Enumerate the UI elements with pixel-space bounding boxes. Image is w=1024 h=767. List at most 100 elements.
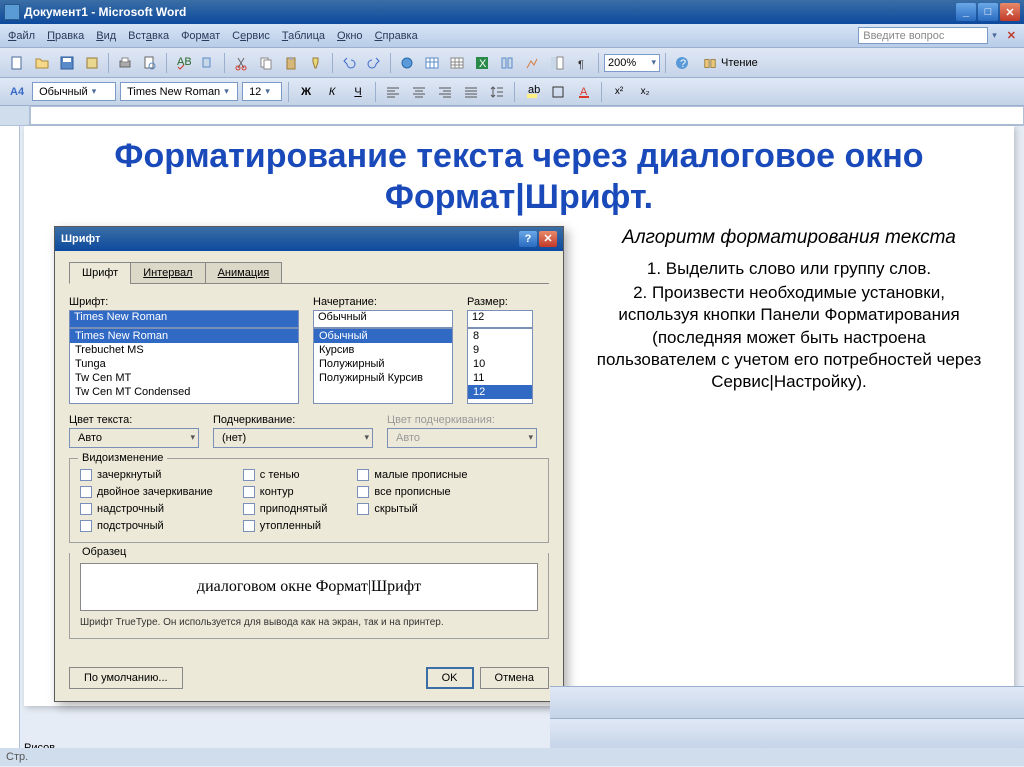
list-item[interactable]: Курсив [314, 343, 452, 357]
open-button[interactable] [31, 52, 53, 74]
tables-button[interactable] [421, 52, 443, 74]
font-color-button[interactable]: A [573, 81, 595, 103]
align-center-button[interactable] [408, 81, 430, 103]
vertical-ruler[interactable] [0, 126, 20, 766]
list-item[interactable]: 9 [468, 343, 532, 357]
size-list[interactable]: 89101112 [467, 328, 533, 404]
excel-button[interactable]: X [471, 52, 493, 74]
permissions-button[interactable] [81, 52, 103, 74]
effect-checkbox[interactable]: приподнятый [243, 503, 328, 515]
help-search-input[interactable] [858, 27, 988, 44]
effect-checkbox[interactable]: двойное зачеркивание [80, 486, 213, 498]
new-doc-button[interactable] [6, 52, 28, 74]
size-input[interactable]: 12 [467, 310, 533, 328]
cancel-button[interactable]: Отмена [480, 667, 549, 689]
menu-правка[interactable]: Правка [47, 30, 84, 42]
print-button[interactable] [114, 52, 136, 74]
redo-button[interactable] [363, 52, 385, 74]
size-combo[interactable]: 12▾ [242, 82, 282, 101]
list-item[interactable]: 11 [468, 371, 532, 385]
menu-сервис[interactable]: Сервис [232, 30, 270, 42]
effect-checkbox[interactable]: утопленный [243, 520, 328, 532]
spelling-button[interactable]: ABC [172, 52, 194, 74]
subscript-button[interactable]: x₂ [634, 81, 656, 103]
help-button[interactable]: ? [671, 52, 693, 74]
effect-checkbox[interactable]: скрытый [357, 503, 467, 515]
border-button[interactable] [547, 81, 569, 103]
menu-файл[interactable]: Файл [8, 30, 35, 42]
tab-animation[interactable]: Анимация [205, 262, 283, 284]
default-button[interactable]: По умолчанию... [69, 667, 183, 689]
style-combo[interactable]: Обычный▾ [32, 82, 116, 101]
superscript-button[interactable]: x² [608, 81, 630, 103]
list-item[interactable]: Обычный [314, 329, 452, 343]
menu-окно[interactable]: Окно [337, 30, 363, 42]
style-list[interactable]: ОбычныйКурсивПолужирныйПолужирный Курсив [313, 328, 453, 404]
line-spacing-button[interactable] [486, 81, 508, 103]
maximize-button[interactable]: □ [978, 3, 998, 21]
effect-checkbox[interactable]: с тенью [243, 469, 328, 481]
drawing-button[interactable] [521, 52, 543, 74]
close-button[interactable]: ✕ [1000, 3, 1020, 21]
undo-button[interactable] [338, 52, 360, 74]
text-color-combo[interactable]: Авто▾ [69, 428, 199, 448]
align-left-button[interactable] [382, 81, 404, 103]
minimize-button[interactable]: _ [956, 3, 976, 21]
cut-button[interactable] [230, 52, 252, 74]
menu-таблица[interactable]: Таблица [282, 30, 325, 42]
list-item[interactable]: Times New Roman [70, 329, 298, 343]
effect-checkbox[interactable]: все прописные [357, 486, 467, 498]
doc-map-button[interactable] [546, 52, 568, 74]
list-item[interactable]: 10 [468, 357, 532, 371]
font-input[interactable]: Times New Roman [69, 310, 299, 328]
bold-button[interactable]: Ж [295, 81, 317, 103]
font-combo[interactable]: Times New Roman▾ [120, 82, 238, 101]
highlight-button[interactable]: ab [521, 81, 543, 103]
save-button[interactable] [56, 52, 78, 74]
list-item[interactable]: Полужирный Курсив [314, 371, 452, 385]
list-item[interactable]: Tw Cen MT Condensed [70, 385, 298, 399]
italic-button[interactable]: К [321, 81, 343, 103]
zoom-combo[interactable]: 200%▾ [604, 54, 660, 72]
effect-checkbox[interactable]: надстрочный [80, 503, 213, 515]
columns-button[interactable] [496, 52, 518, 74]
align-justify-button[interactable] [460, 81, 482, 103]
underline-button[interactable]: Ч [347, 81, 369, 103]
format-painter-button[interactable] [305, 52, 327, 74]
effect-checkbox[interactable]: малые прописные [357, 469, 467, 481]
copy-button[interactable] [255, 52, 277, 74]
dropdown-icon[interactable]: ▾ [992, 30, 997, 41]
menu-справка[interactable]: Справка [375, 30, 418, 42]
read-mode-button[interactable]: Чтение [696, 53, 765, 73]
styles-pane-icon[interactable]: A4 [6, 86, 28, 98]
menu-формат[interactable]: Формат [181, 30, 220, 42]
ok-button[interactable]: OK [426, 667, 474, 689]
effect-checkbox[interactable]: зачеркнутый [80, 469, 213, 481]
list-item[interactable]: Tw Cen MT [70, 371, 298, 385]
hyperlink-button[interactable] [396, 52, 418, 74]
tab-spacing[interactable]: Интервал [130, 262, 205, 284]
list-item[interactable]: 12 [468, 385, 532, 399]
menu-вставка[interactable]: Вставка [128, 30, 169, 42]
preview-button[interactable] [139, 52, 161, 74]
dialog-help-button[interactable]: ? [519, 231, 537, 247]
align-right-button[interactable] [434, 81, 456, 103]
list-item[interactable]: Trebuchet MS [70, 343, 298, 357]
underline-combo[interactable]: (нет)▾ [213, 428, 373, 448]
effect-checkbox[interactable]: контур [243, 486, 328, 498]
close-doc-button[interactable]: ✕ [1007, 29, 1016, 42]
horizontal-ruler[interactable] [30, 106, 1024, 125]
effect-checkbox[interactable]: подстрочный [80, 520, 213, 532]
list-item[interactable]: Полужирный [314, 357, 452, 371]
list-item[interactable]: 8 [468, 329, 532, 343]
research-button[interactable] [197, 52, 219, 74]
insert-table-button[interactable] [446, 52, 468, 74]
style-input[interactable]: Обычный [313, 310, 453, 328]
show-marks-button[interactable]: ¶ [571, 52, 593, 74]
list-item[interactable]: Tunga [70, 357, 298, 371]
menu-вид[interactable]: Вид [96, 30, 116, 42]
font-list[interactable]: Times New RomanTrebuchet MSTungaTw Cen M… [69, 328, 299, 404]
dialog-close-button[interactable]: ✕ [539, 231, 557, 247]
paste-button[interactable] [280, 52, 302, 74]
tab-font[interactable]: Шрифт [69, 262, 131, 284]
